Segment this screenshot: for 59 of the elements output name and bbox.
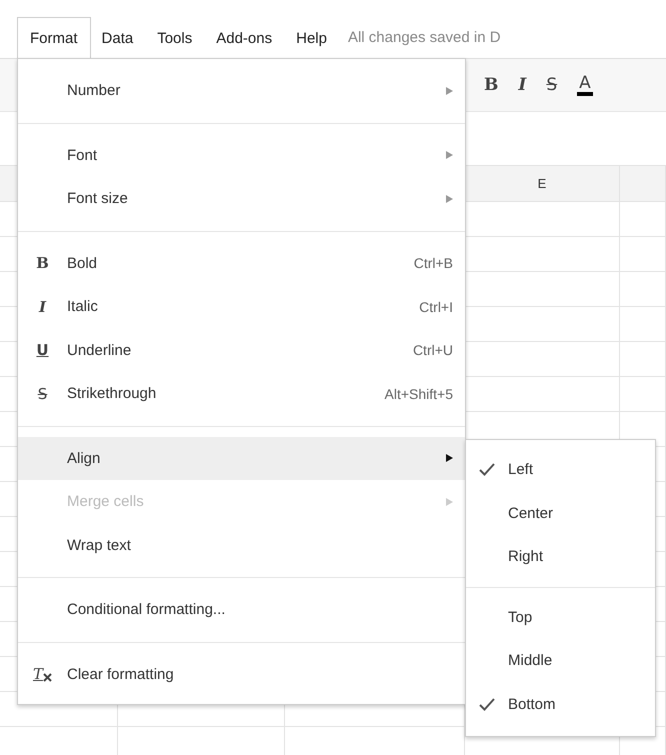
menu-tab[interactable]: Data	[88, 17, 146, 58]
menu-item-label: Merge cells	[67, 493, 145, 510]
menu-item[interactable]: T Clear formatting	[18, 652, 465, 696]
strikethrough-button[interactable]: S	[546, 75, 558, 95]
menu-item-label: Top	[508, 608, 534, 626]
shortcut-label: Ctrl+B	[414, 255, 453, 272]
menu-item-label: Underline	[67, 342, 132, 359]
menu-tab[interactable]: Help	[283, 17, 340, 58]
menu-item[interactable]: B Bold Ctrl+B	[18, 242, 465, 285]
menu-item-label: Center	[508, 504, 554, 522]
menu-item-label: Font	[67, 146, 98, 164]
strikethrough-icon: S	[38, 386, 48, 402]
menu-item-label: Bold	[67, 254, 98, 272]
menu-item-label: Clear formatting	[67, 666, 175, 683]
submenu-arrow-icon	[446, 194, 453, 203]
menu-item[interactable]: Number	[18, 69, 465, 112]
menu-item[interactable]: Right	[466, 535, 655, 578]
menu-tab[interactable]: Add-ons	[203, 17, 286, 58]
shortcut-label: Ctrl+U	[412, 342, 453, 358]
menu-item[interactable]: Left	[466, 448, 655, 492]
bold-icon: B	[36, 255, 49, 272]
menu-item[interactable]: U Underline Ctrl+U	[18, 328, 465, 372]
menu-item[interactable]: Font size	[18, 177, 465, 220]
menu-item-label: Italic	[67, 298, 99, 316]
menu-item[interactable]: S Strikethrough Alt+Shift+5	[18, 372, 465, 416]
menu-item[interactable]: Wrap text	[18, 524, 465, 567]
menu-item-label: Font size	[67, 190, 129, 208]
menu-tab[interactable]: Tools	[144, 17, 206, 58]
shortcut-label: Alt+Shift+5	[384, 386, 453, 402]
menu-item-label: Number	[67, 82, 122, 100]
menu-item[interactable]: I Italic Ctrl+I	[18, 285, 465, 328]
menu-item-label: Left	[508, 461, 534, 478]
menu-item-label: Align	[67, 450, 102, 467]
italic-button[interactable]: I	[518, 75, 526, 95]
column-header[interactable]: E	[538, 176, 546, 191]
italic-icon: I	[38, 298, 46, 315]
menu-item[interactable]: Top	[466, 596, 655, 639]
save-status: All changes saved in D	[348, 28, 501, 48]
underline-icon: U	[36, 342, 49, 358]
submenu-arrow-icon	[446, 454, 453, 462]
menu-item-label: Middle	[508, 652, 554, 670]
submenu-arrow-icon	[446, 498, 453, 506]
menu-item-label: Wrap text	[67, 536, 132, 554]
menu-item-label: Bottom	[508, 696, 557, 713]
menu-item[interactable]: Middle	[466, 639, 655, 682]
shortcut-label: Ctrl+I	[419, 298, 453, 315]
menu-item-label: Right	[508, 548, 544, 566]
menu-item-label: Strikethrough	[67, 385, 158, 402]
submenu-arrow-icon	[446, 151, 453, 160]
text-color-button[interactable]: A	[577, 74, 593, 96]
menu-item-label: Conditional formatting...	[67, 601, 226, 618]
menu-tab[interactable]: Format	[17, 17, 91, 58]
menu-item[interactable]: Bottom	[466, 682, 655, 726]
menu-item[interactable]: Conditional formatting...	[18, 588, 465, 632]
submenu-arrow-icon	[446, 86, 453, 95]
menu-item[interactable]: Align	[18, 436, 465, 480]
menu-item[interactable]: Font	[18, 134, 465, 177]
bold-button[interactable]: B	[484, 75, 498, 95]
menu-item[interactable]: Center	[466, 492, 655, 535]
